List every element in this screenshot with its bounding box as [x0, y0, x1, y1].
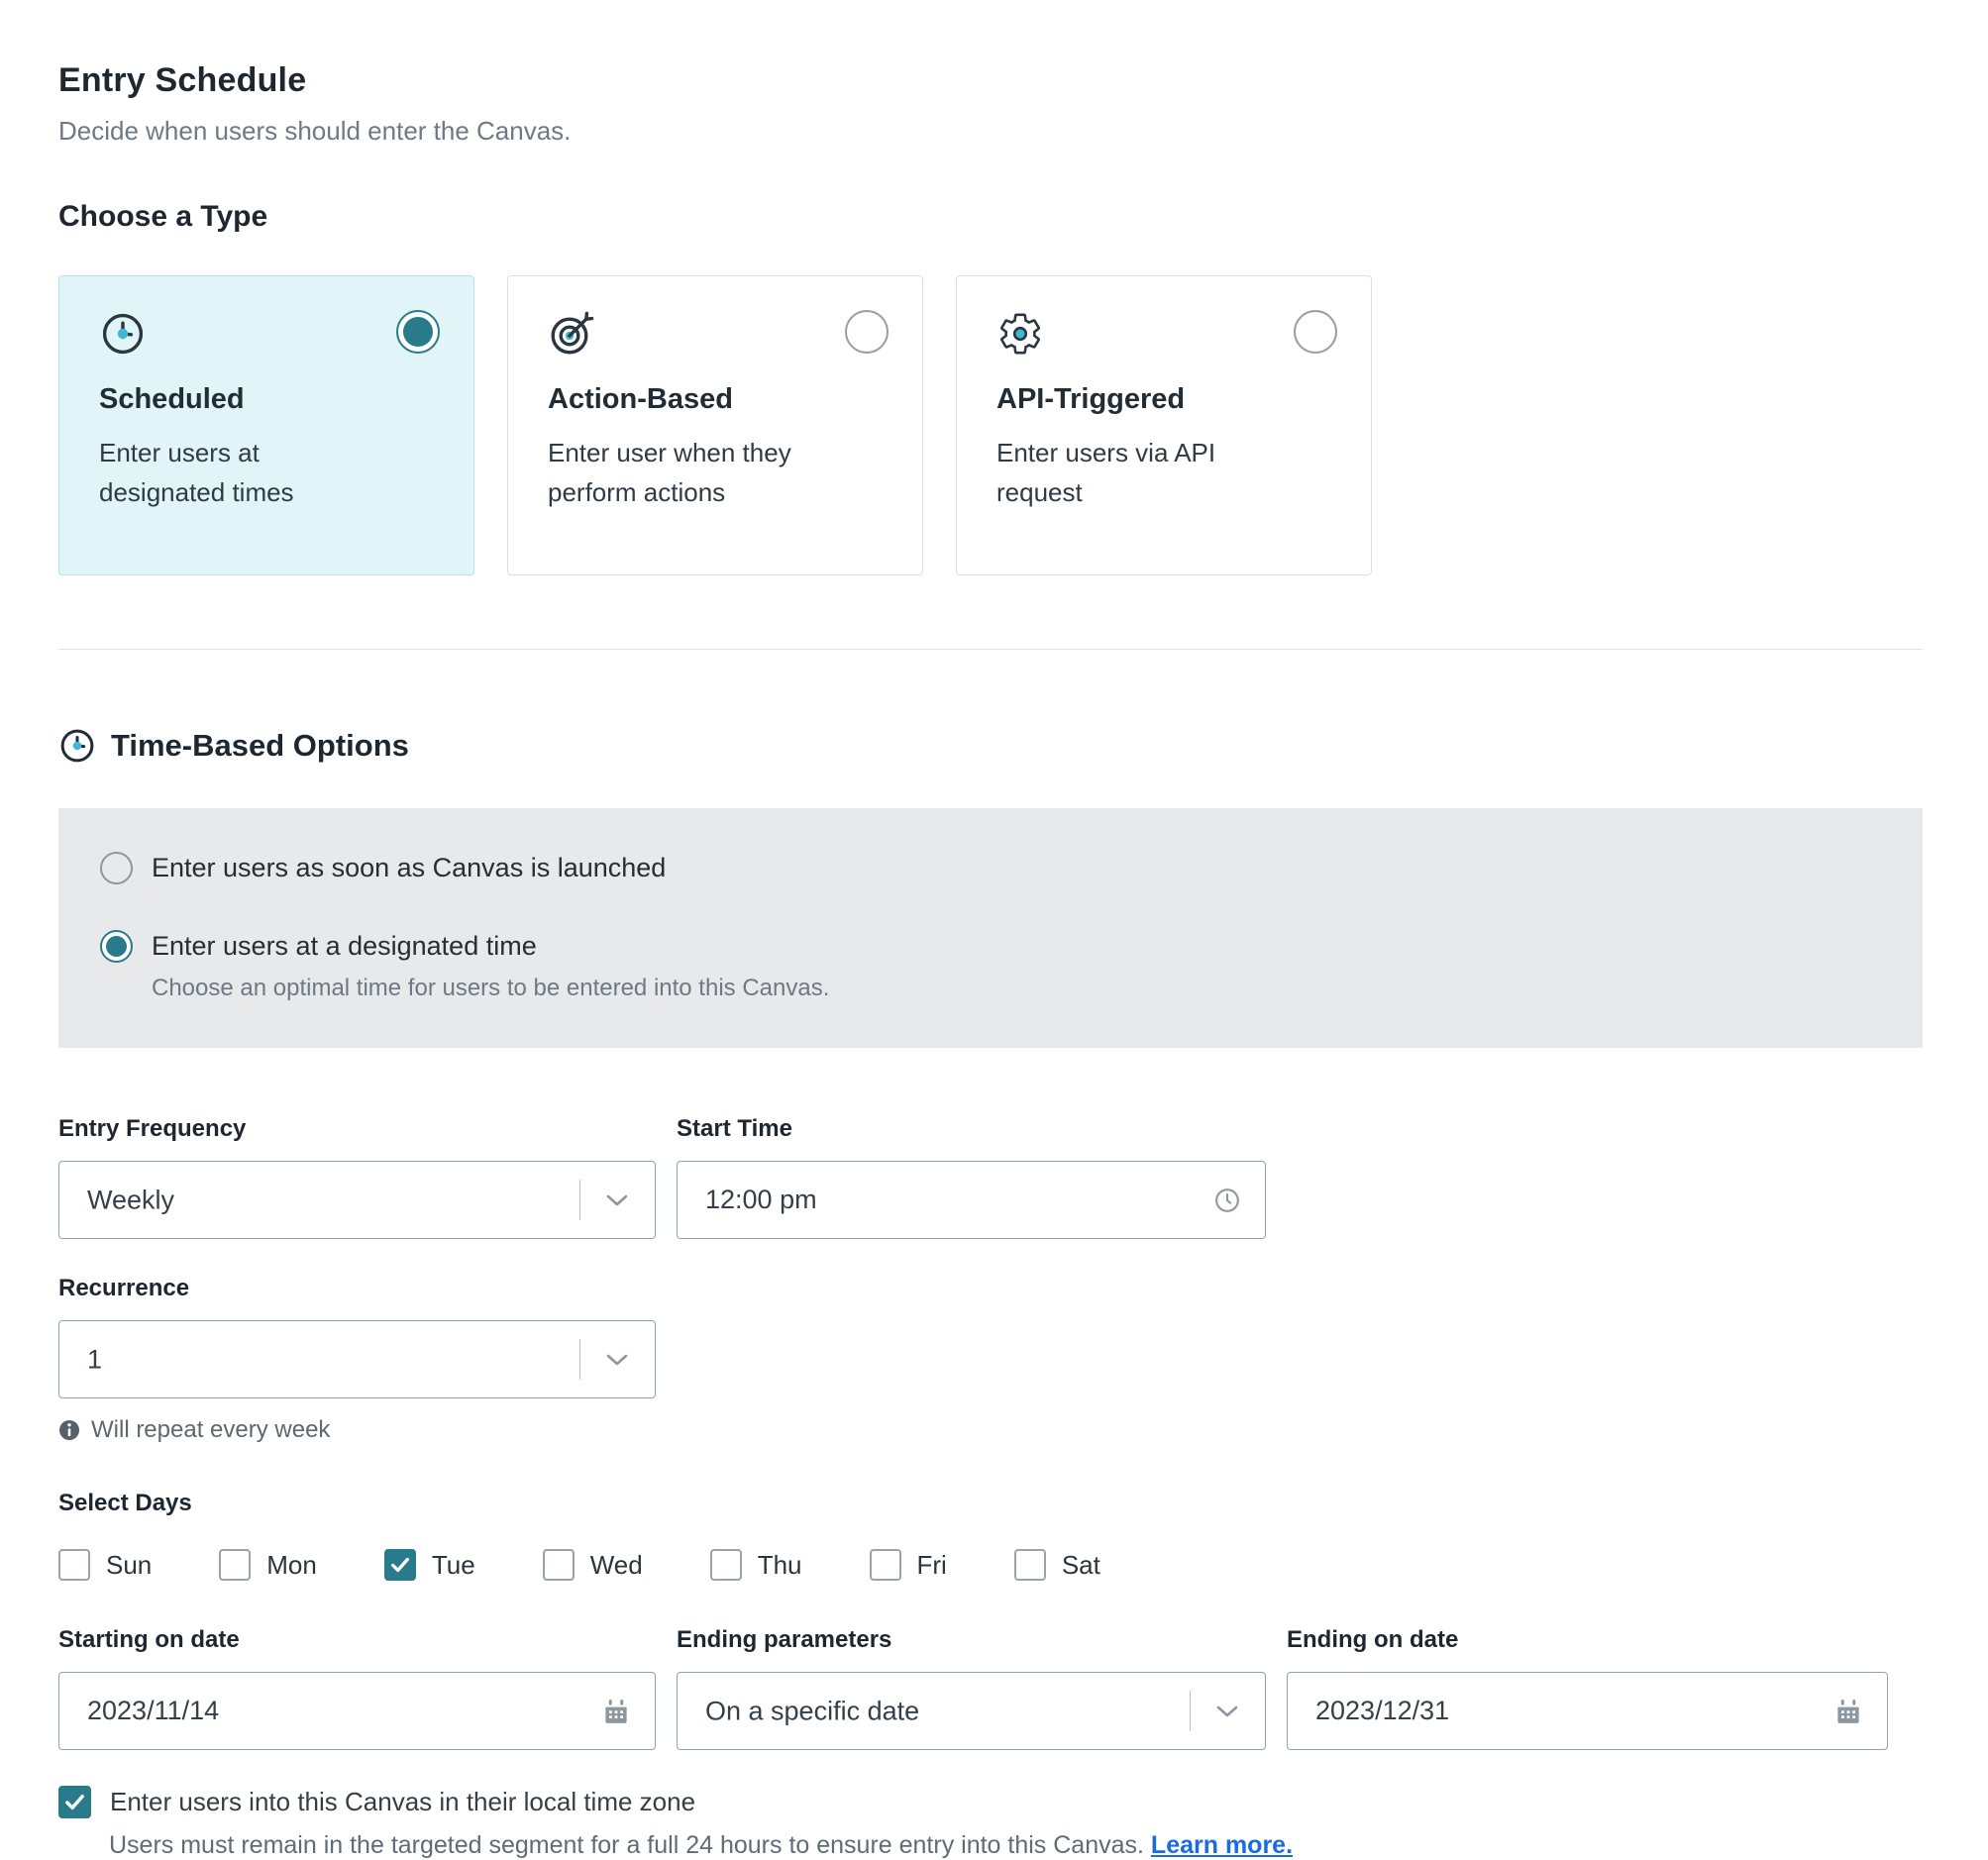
day-label: Sun: [106, 1550, 152, 1581]
checkbox-icon[interactable]: [710, 1549, 742, 1581]
checkbox-icon[interactable]: [543, 1549, 575, 1581]
clock-icon[interactable]: [1213, 1187, 1241, 1214]
start-time-label: Start Time: [677, 1115, 1266, 1143]
ending-parameters-select[interactable]: On a specific date: [677, 1672, 1266, 1750]
card-description: Enter user when they perform actions: [548, 433, 815, 513]
radio-description: Choose an optimal time for users to be e…: [152, 975, 1881, 1002]
checkbox-icon[interactable]: [870, 1549, 901, 1581]
select-divider: [579, 1339, 580, 1380]
radio-label: Enter users at a designated time: [152, 931, 537, 962]
card-scheduled[interactable]: Scheduled Enter users at designated time…: [58, 275, 474, 575]
select-days-label: Select Days: [58, 1490, 1923, 1517]
recurrence-select[interactable]: 1: [58, 1320, 656, 1398]
page-title: Entry Schedule: [58, 61, 1923, 100]
learn-more-link[interactable]: Learn more.: [1151, 1831, 1293, 1859]
target-icon: [548, 310, 595, 358]
card-radio-scheduled[interactable]: [396, 310, 440, 354]
card-radio-action-based[interactable]: [845, 310, 889, 354]
checkbox-checked-icon[interactable]: [384, 1549, 416, 1581]
card-action-based[interactable]: Action-Based Enter user when they perfor…: [507, 275, 923, 575]
local-timezone-description: Users must remain in the targeted segmen…: [109, 1831, 1923, 1860]
chevron-down-icon: [605, 1193, 629, 1207]
entry-frequency-value: Weekly: [87, 1185, 174, 1215]
local-timezone-checkbox[interactable]: Enter users into this Canvas in their lo…: [58, 1786, 1923, 1818]
entry-timing-panel: Enter users as soon as Canvas is launche…: [58, 808, 1923, 1048]
select-divider: [1190, 1691, 1191, 1731]
recurrence-label: Recurrence: [58, 1275, 656, 1302]
start-time-input[interactable]: [678, 1162, 1265, 1238]
starting-on-date-field: [58, 1672, 656, 1750]
recurrence-value: 1: [87, 1344, 102, 1375]
clock-icon: [58, 727, 96, 765]
card-title: Action-Based: [548, 383, 889, 416]
day-label: Wed: [590, 1550, 643, 1581]
calendar-icon[interactable]: [601, 1697, 631, 1726]
starting-on-date-label: Starting on date: [58, 1626, 656, 1654]
section-divider: [58, 649, 1923, 650]
entry-frequency-label: Entry Frequency: [58, 1115, 656, 1143]
ending-on-date-field: [1287, 1672, 1888, 1750]
day-checkbox-mon[interactable]: Mon: [219, 1549, 317, 1581]
radio-icon[interactable]: [100, 930, 133, 963]
ending-parameters-label: Ending parameters: [677, 1626, 1266, 1654]
radio-enter-on-launch[interactable]: Enter users as soon as Canvas is launche…: [100, 852, 1881, 884]
chevron-down-icon: [1215, 1705, 1239, 1718]
day-checkbox-tue[interactable]: Tue: [384, 1549, 475, 1581]
ending-parameters-value: On a specific date: [705, 1696, 919, 1726]
card-description: Enter users via API request: [996, 433, 1264, 513]
ending-on-date-input[interactable]: [1288, 1673, 1887, 1749]
recurrence-help: Will repeat every week: [58, 1416, 1923, 1444]
card-api-triggered[interactable]: API-Triggered Enter users via API reques…: [956, 275, 1372, 575]
checkbox-icon[interactable]: [219, 1549, 251, 1581]
day-label: Fri: [917, 1550, 947, 1581]
checkbox-icon[interactable]: [1014, 1549, 1046, 1581]
card-radio-api-triggered[interactable]: [1294, 310, 1337, 354]
day-checkbox-sat[interactable]: Sat: [1014, 1549, 1100, 1581]
local-timezone-description-text: Users must remain in the targeted segmen…: [109, 1831, 1144, 1859]
radio-icon[interactable]: [100, 852, 133, 884]
choose-type-heading: Choose a Type: [58, 200, 1923, 234]
day-checkbox-sun[interactable]: Sun: [58, 1549, 152, 1581]
select-days-row: Sun Mon Tue Wed Thu Fri Sa: [58, 1549, 1923, 1581]
day-label: Mon: [266, 1550, 317, 1581]
start-time-field: [677, 1161, 1266, 1239]
checkbox-icon[interactable]: [58, 1549, 90, 1581]
day-label: Thu: [758, 1550, 802, 1581]
day-checkbox-thu[interactable]: Thu: [710, 1549, 802, 1581]
card-title: Scheduled: [99, 383, 440, 416]
day-label: Tue: [432, 1550, 475, 1581]
day-checkbox-wed[interactable]: Wed: [543, 1549, 643, 1581]
time-based-options-header: Time-Based Options: [58, 727, 1923, 765]
page-subtitle: Decide when users should enter the Canva…: [58, 116, 1923, 147]
entry-frequency-select[interactable]: Weekly: [58, 1161, 656, 1239]
card-description: Enter users at designated times: [99, 433, 366, 513]
calendar-icon[interactable]: [1833, 1697, 1863, 1726]
entry-schedule-page: Entry Schedule Decide when users should …: [0, 0, 1988, 1860]
starting-on-date-input[interactable]: [59, 1673, 655, 1749]
local-timezone-label: Enter users into this Canvas in their lo…: [110, 1787, 695, 1817]
chevron-down-icon: [605, 1353, 629, 1367]
radio-label: Enter users as soon as Canvas is launche…: [152, 853, 666, 883]
section-title: Time-Based Options: [111, 728, 409, 764]
card-title: API-Triggered: [996, 383, 1337, 416]
info-icon: [58, 1419, 80, 1441]
ending-on-date-label: Ending on date: [1287, 1626, 1888, 1654]
recurrence-help-text: Will repeat every week: [91, 1416, 330, 1444]
day-label: Sat: [1062, 1550, 1100, 1581]
entry-type-cards: Scheduled Enter users at designated time…: [58, 275, 1923, 575]
clock-icon: [99, 310, 147, 358]
checkbox-checked-icon[interactable]: [58, 1786, 91, 1818]
select-divider: [579, 1180, 580, 1220]
radio-enter-designated-time[interactable]: Enter users at a designated time: [100, 930, 1881, 963]
day-checkbox-fri[interactable]: Fri: [870, 1549, 947, 1581]
gear-icon: [996, 310, 1044, 358]
